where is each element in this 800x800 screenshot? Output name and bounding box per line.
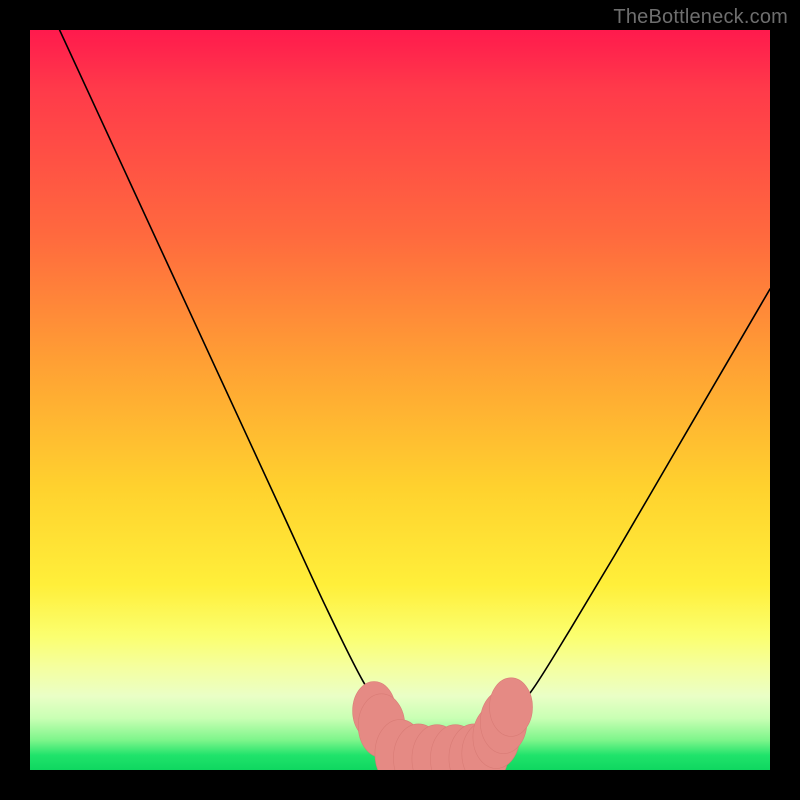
chart-frame: TheBottleneck.com	[0, 0, 800, 800]
bottleneck-marker	[490, 678, 533, 737]
series-left-curve	[60, 30, 430, 755]
plot-area	[30, 30, 770, 770]
curve-svg	[30, 30, 770, 770]
watermark-text: TheBottleneck.com	[613, 6, 788, 29]
series-group	[60, 30, 770, 759]
marker-group	[353, 678, 533, 770]
